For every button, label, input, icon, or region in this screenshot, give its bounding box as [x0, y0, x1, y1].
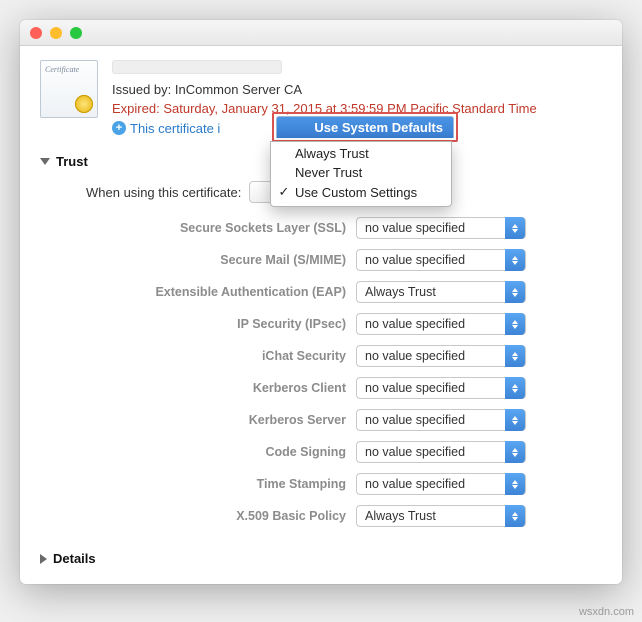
menu-item-never-trust[interactable]: Never Trust	[271, 163, 451, 182]
trust-popup-value: no value specified	[365, 349, 465, 363]
trust-popup-value: Always Trust	[365, 509, 436, 523]
titlebar	[20, 20, 622, 46]
updown-arrows-icon	[505, 505, 525, 527]
updown-arrows-icon	[505, 473, 525, 495]
disclosure-triangle-icon[interactable]	[40, 158, 50, 165]
menu-item-label: Always Trust	[295, 146, 369, 161]
details-section: Details	[20, 551, 622, 584]
trust-popup-value: no value specified	[365, 413, 465, 427]
seal-icon	[75, 95, 93, 113]
issued-by-value: InCommon Server CA	[175, 82, 302, 97]
trust-popup-value: Always Trust	[365, 285, 436, 299]
trust-popup-value: no value specified	[365, 477, 465, 491]
trust-row-label: Kerberos Server	[86, 413, 346, 427]
trust-section: Trust When using this certificate: ? Sec…	[20, 148, 622, 551]
updown-arrows-icon	[505, 249, 525, 271]
minimize-icon[interactable]	[50, 27, 62, 39]
trust-policy-dropdown[interactable]: Use System Defaults Always Trust Never T…	[272, 112, 458, 207]
trust-popup-value: no value specified	[365, 221, 465, 235]
menu-item-label: Never Trust	[295, 165, 362, 180]
watermark: wsxdn.com	[579, 606, 634, 618]
when-using-label: When using this certificate:	[86, 185, 241, 200]
trust-popup-kerberos-client[interactable]: no value specified	[356, 377, 526, 399]
updown-arrows-icon	[505, 217, 525, 239]
updown-arrows-icon	[505, 377, 525, 399]
certificate-status-text: This certificate i	[130, 119, 220, 139]
updown-arrows-icon	[505, 409, 525, 431]
details-section-title: Details	[53, 551, 96, 566]
plus-icon: +	[112, 121, 126, 135]
updown-arrows-icon	[505, 345, 525, 367]
issued-by-label: Issued by:	[112, 82, 171, 97]
trust-popup-time-stamping[interactable]: no value specified	[356, 473, 526, 495]
trust-row-label: IP Security (IPsec)	[86, 317, 346, 331]
trust-popup-x509[interactable]: Always Trust	[356, 505, 526, 527]
updown-arrows-icon	[505, 441, 525, 463]
trust-popup-ipsec[interactable]: no value specified	[356, 313, 526, 335]
updown-arrows-icon	[505, 281, 525, 303]
menu-item-label: Use Custom Settings	[295, 185, 417, 200]
trust-row-label: iChat Security	[86, 349, 346, 363]
dropdown-menu: Always Trust Never Trust ✓ Use Custom Se…	[270, 141, 452, 207]
trust-popup-kerberos-server[interactable]: no value specified	[356, 409, 526, 431]
certificate-window: Certificate Issued by: InCommon Server C…	[20, 20, 622, 584]
trust-row-label: Extensible Authentication (EAP)	[86, 285, 346, 299]
trust-row-label: X.509 Basic Policy	[86, 509, 346, 523]
zoom-icon[interactable]	[70, 27, 82, 39]
trust-popup-smime[interactable]: no value specified	[356, 249, 526, 271]
watermark-text: wsxdn.com	[579, 606, 634, 618]
trust-popup-value: no value specified	[365, 253, 465, 267]
highlight-box: Use System Defaults	[272, 112, 458, 142]
trust-popup-code-signing[interactable]: no value specified	[356, 441, 526, 463]
certificate-name-redacted	[112, 60, 282, 74]
certificate-icon: Certificate	[40, 60, 98, 118]
details-section-header[interactable]: Details	[40, 551, 602, 566]
menu-item-use-custom[interactable]: ✓ Use Custom Settings	[271, 182, 451, 202]
trust-popup-ssl[interactable]: no value specified	[356, 217, 526, 239]
close-icon[interactable]	[30, 27, 42, 39]
dropdown-selected-item[interactable]: Use System Defaults	[276, 116, 454, 138]
disclosure-triangle-icon[interactable]	[40, 554, 47, 564]
trust-row-label: Secure Mail (S/MIME)	[86, 253, 346, 267]
check-icon: ✓	[277, 184, 291, 200]
trust-popup-ichat[interactable]: no value specified	[356, 345, 526, 367]
trust-row-label: Secure Sockets Layer (SSL)	[86, 221, 346, 235]
trust-popup-value: no value specified	[365, 381, 465, 395]
certificate-icon-label: Certificate	[45, 65, 93, 74]
trust-row-label: Code Signing	[86, 445, 346, 459]
trust-popup-value: no value specified	[365, 445, 465, 459]
expired-label: Expired:	[112, 101, 160, 116]
trust-row-label: Kerberos Client	[86, 381, 346, 395]
trust-row-label: Time Stamping	[86, 477, 346, 491]
trust-popup-value: no value specified	[365, 317, 465, 331]
trust-section-title: Trust	[56, 154, 88, 169]
trust-settings-grid: Secure Sockets Layer (SSL) no value spec…	[40, 217, 602, 541]
dropdown-selected-label: Use System Defaults	[314, 120, 443, 135]
updown-arrows-icon	[505, 313, 525, 335]
trust-popup-eap[interactable]: Always Trust	[356, 281, 526, 303]
issued-by-row: Issued by: InCommon Server CA	[112, 80, 602, 100]
menu-item-always-trust[interactable]: Always Trust	[271, 144, 451, 163]
